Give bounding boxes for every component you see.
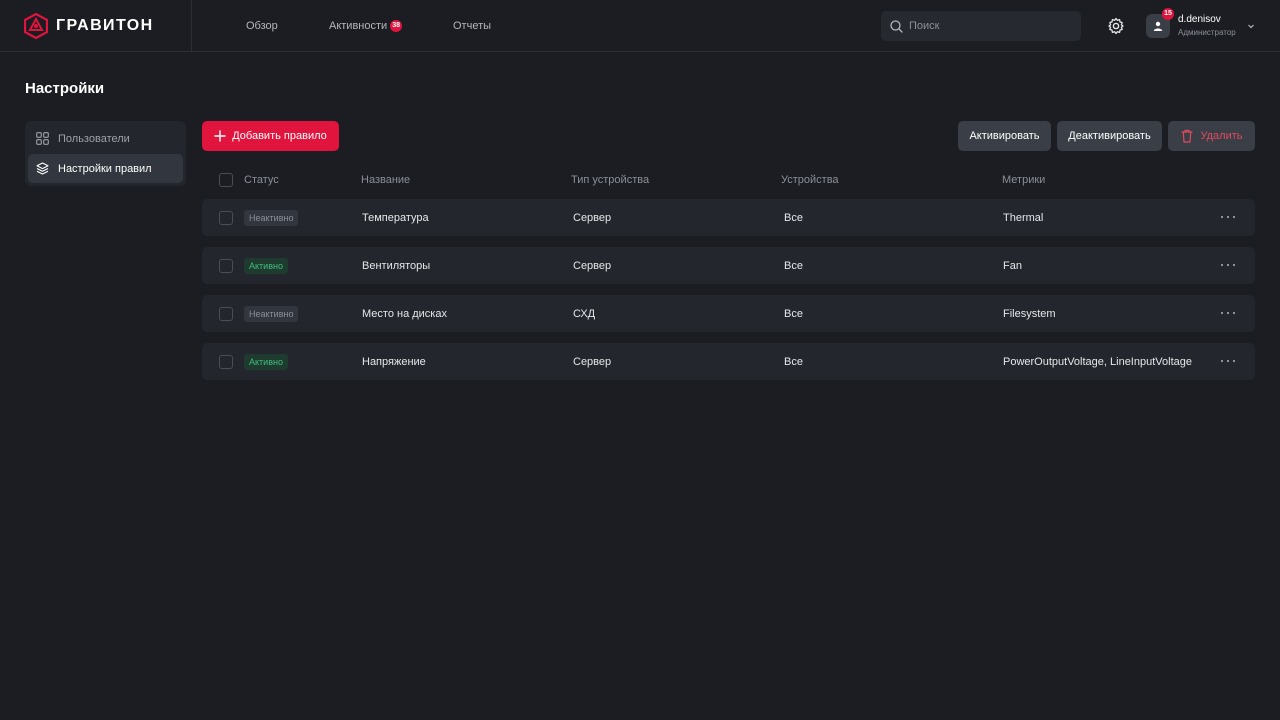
nav-item-label: Активности [329,20,388,32]
grid-icon [36,132,49,145]
activate-label: Активировать [969,130,1040,142]
nav-item-label: Отчеты [453,20,492,32]
chevron-down-icon[interactable] [1246,21,1256,31]
row-name: Температура [362,211,429,224]
select-all-checkbox[interactable] [219,173,233,187]
notifications-badge: 15 [1162,8,1174,20]
row-devices: Все [784,355,803,368]
row-device-type: Сервер [573,259,612,272]
row-check-cell [219,295,233,332]
user-name: d.denisov [1178,13,1221,25]
row-checkbox[interactable] [219,354,233,369]
plus-icon [214,130,226,142]
row-metrics: Thermal [1003,211,1044,224]
search-box [881,11,1081,41]
row-devices: Все [784,259,803,272]
row-device-type: Сервер [573,211,612,224]
table-row[interactable]: Активно Напряжение Сервер Все PowerOutpu… [202,343,1255,380]
table-row[interactable]: Неактивно Температура Сервер Все Thermal [202,199,1255,236]
gear-icon[interactable] [1106,16,1126,36]
activities-count-badge: 38 [390,20,403,32]
more-icon[interactable] [1221,308,1235,318]
table-row[interactable]: Активно Вентиляторы Сервер Все Fan [202,247,1255,284]
deactivate-button[interactable]: Деактивировать [1057,121,1162,151]
row-name: Вентиляторы [362,259,431,272]
row-status-cell: Неактивно [244,295,299,332]
row-checkbox[interactable] [219,210,233,225]
search-icon [890,19,903,33]
table-row[interactable]: Неактивно Место на дисках СХД Все Filesy… [202,295,1255,332]
status-badge: Активно [244,353,288,370]
row-name: Место на дисках [362,307,447,320]
delete-button[interactable]: Удалить [1168,121,1255,151]
row-device-type: Сервер [573,355,612,368]
search-input[interactable] [909,20,1069,32]
row-check-cell [219,199,233,236]
sidebar-item-rule-settings[interactable]: Настройки правил [28,154,183,183]
row-check-cell [219,247,233,284]
more-icon[interactable] [1221,356,1235,366]
top-header: ГРАВИТОН Обзор Активности 38 Отчеты Поис… [0,0,1280,52]
column-header-status[interactable]: Статус [244,168,279,192]
row-devices: Все [784,211,803,224]
user-info: d.denisov Администратор [1178,14,1236,39]
sidebar-item-users[interactable]: Пользователи [28,124,183,153]
row-checkbox[interactable] [219,306,233,321]
row-devices: Все [784,307,803,320]
layers-icon [36,162,49,175]
column-header-name[interactable]: Название [361,168,410,192]
status-badge: Активно [244,257,288,274]
column-header-metrics[interactable]: Метрики [1002,168,1045,192]
row-status-cell: Неактивно [244,199,299,236]
more-icon[interactable] [1221,260,1235,270]
add-rule-button[interactable]: Добавить правило [202,121,339,151]
logo[interactable]: ГРАВИТОН [0,0,192,52]
row-device-type: СХД [573,307,596,320]
nav-item-reports[interactable]: Отчеты [453,20,513,32]
user-role: Администратор [1178,27,1236,37]
user-menu[interactable]: 15 d.denisov Администратор [1146,8,1236,39]
table-header: Статус Название Тип устройства Устройств… [202,168,1255,192]
status-badge: Неактивно [244,305,299,322]
column-header-device-type[interactable]: Тип устройства [571,168,649,192]
row-status-cell: Активно [244,343,288,380]
select-all-cell [219,168,233,192]
row-checkbox[interactable] [219,258,233,273]
row-status-cell: Активно [244,247,288,284]
logo-text: ГРАВИТОН [56,17,154,34]
user-icon [1153,21,1163,31]
row-metrics: Fan [1003,259,1022,272]
page-title: Настройки [25,80,105,97]
avatar[interactable]: 15 [1146,8,1174,38]
activate-button[interactable]: Активировать [958,121,1051,151]
more-icon[interactable] [1221,212,1235,222]
status-badge: Неактивно [244,209,299,226]
deactivate-label: Деактивировать [1068,130,1151,142]
settings-sidebar: Пользователи Настройки правил [25,121,186,186]
sidebar-item-label: Настройки правил [58,162,152,175]
delete-label: Удалить [1200,130,1243,142]
nav-item-activities[interactable]: Активности 38 [329,20,429,32]
sidebar-item-label: Пользователи [58,132,130,145]
row-metrics: Filesystem [1003,307,1056,320]
row-metrics: PowerOutputVoltage, LineInputVoltage [1003,355,1192,368]
logo-icon [24,13,48,39]
add-rule-label: Добавить правило [232,130,327,142]
nav-item-label: Обзор [246,20,278,32]
column-header-devices[interactable]: Устройства [781,168,839,192]
nav-item-overview[interactable]: Обзор [246,20,306,32]
row-check-cell [219,343,233,380]
row-name: Напряжение [362,355,426,368]
trash-icon [1180,129,1193,143]
